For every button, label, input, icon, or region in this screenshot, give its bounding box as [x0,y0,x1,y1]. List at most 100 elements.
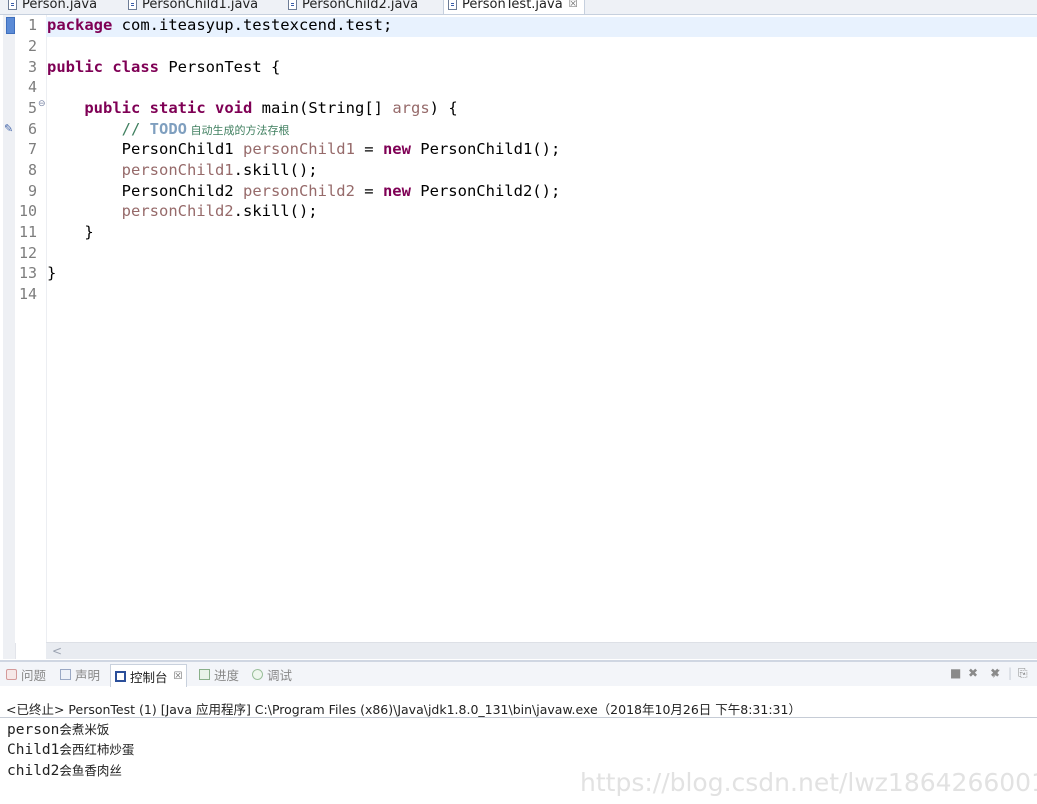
code-line-13: } [47,264,57,282]
java-file-icon [8,0,17,10]
watermark: https://blog.csdn.net/lwz18642660013 [580,768,1037,797]
tab-label: PersonChild2.java [302,0,419,12]
comment-text: 自动生成的方法存根 [186,124,290,137]
code-line-11: } [47,223,94,241]
declaration-icon [60,668,71,680]
code-line-9: PersonChild2 personChild2 = new PersonCh… [47,181,561,201]
tab-label: PersonTest.java [462,0,563,12]
line-number: 4 [27,78,37,96]
output-text: child2 [7,763,60,779]
tab-persontest-java[interactable]: PersonTest.java ☒ [443,0,585,14]
line-number: 2 [27,37,37,55]
code-text: = [354,182,383,200]
terminate-icon[interactable]: ■ [950,666,961,680]
code-line-5: public static void main(String[] args) { [47,98,458,118]
code-text: ) { [429,99,458,117]
debug-icon [252,668,263,680]
tab-personchild1-java[interactable]: PersonChild1.java [128,0,258,14]
console-icon [115,670,126,682]
keyword: new [382,182,411,200]
output-text: Child1 [7,742,60,758]
code-text: .skill(); [233,202,318,220]
local-variable: personChild1 [121,161,234,179]
keyword: void [215,99,253,117]
code-line-3: public class PersonTest { [47,57,280,77]
code-line-10: personChild2.skill(); [47,201,318,221]
view-tab-bar: 问题 声明 控制台 ☒ 进度 调试 ■ ✖ ✖̷ | ⎘ [0,662,1037,687]
output-text: 会鱼香肉丝 [59,763,122,778]
keyword: package [47,16,113,34]
close-icon[interactable]: ☒ [569,0,578,10]
horizontal-scrollbar[interactable]: < [46,642,1037,659]
tab-console[interactable]: 控制台 ☒ [110,664,188,687]
local-variable: personChild2 [121,202,234,220]
keyword: public [47,58,103,76]
java-file-icon [448,0,457,10]
line-number: 14 [18,285,37,303]
output-text: 会西红柿炒蛋 [59,742,135,757]
output-text: person [7,722,60,738]
code-text: PersonChild1 [121,140,243,158]
todo-tag: TODO [149,120,187,138]
code-line-6: // TODO 自动生成的方法存根 [47,119,290,141]
tab-person-java[interactable]: Person.java [8,0,97,14]
line-number: 13 [18,264,37,282]
code-line-1: package com.iteasyup.testexcend.test; [47,15,392,35]
line-number: 6 [27,120,37,138]
tab-label: 问题 [21,667,47,683]
code-text: PersonChild1(); [410,140,561,158]
line-number: 10 [18,202,37,220]
comment: // [121,120,150,138]
local-variable: personChild1 [242,140,355,158]
parameter: args [392,99,430,117]
tab-label: PersonChild1.java [142,0,259,12]
java-file-icon [288,0,297,10]
tab-label: 控制台 [130,669,168,685]
code-text: main(String[] [252,99,393,117]
task-marker-icon: ✎ [4,122,14,135]
code-text: PersonTest { [159,58,281,76]
code-line-7: PersonChild1 personChild1 = new PersonCh… [47,139,561,159]
close-icon[interactable]: ☒ [174,671,183,682]
line-number: 5 [27,99,37,117]
remove-all-terminated-icon[interactable]: ✖̷ [990,666,1000,680]
keyword: public [84,99,141,117]
console-output-line[interactable]: person会煮米饭 [7,719,109,738]
tab-problems[interactable]: 问题 [6,662,46,686]
remove-launch-icon[interactable]: ✖ [968,666,978,680]
tab-label: 调试 [267,667,293,683]
keyword: static [149,99,206,117]
code-editor[interactable]: ✎ 1 2 3 4 5 ⊖ 6 7 8 9 10 11 12 13 14 pac… [0,15,1037,659]
fold-collapse-icon[interactable]: ⊖ [38,99,46,109]
line-number: 7 [27,140,37,158]
problems-icon [6,668,17,680]
code-text: .skill(); [233,161,318,179]
output-text: 会煮米饭 [59,722,110,737]
bookmark-marker-icon [6,17,15,34]
tab-label: 声明 [75,667,101,683]
tab-declaration[interactable]: 声明 [60,662,100,686]
local-variable: personChild2 [242,182,355,200]
toolbar-separator: | [1008,666,1013,680]
console-output-line[interactable]: child2会鱼香肉丝 [7,760,122,779]
tab-label: Person.java [22,0,98,12]
tab-progress[interactable]: 进度 [199,662,239,686]
code-text: com.iteasyup.testexcend.test; [112,16,393,34]
editor-tab-bar: Person.java PersonChild1.java PersonChil… [0,0,1037,15]
scroll-lock-icon[interactable]: ⎘ [1018,666,1028,681]
scroll-left-icon[interactable]: < [52,643,62,659]
keyword: new [382,140,411,158]
tab-personchild2-java[interactable]: PersonChild2.java [288,0,418,14]
line-number: 8 [27,161,37,179]
console-output-line[interactable]: Child1会西红柿炒蛋 [7,739,134,758]
tab-debug[interactable]: 调试 [252,662,292,686]
console-process-label: <已终止> PersonTest (1) [Java 应用程序] C:\Prog… [6,702,801,717]
progress-icon [199,668,210,680]
line-number: 11 [18,223,37,241]
code-text: PersonChild2(); [410,182,561,200]
code-line-8: personChild1.skill(); [47,160,318,180]
